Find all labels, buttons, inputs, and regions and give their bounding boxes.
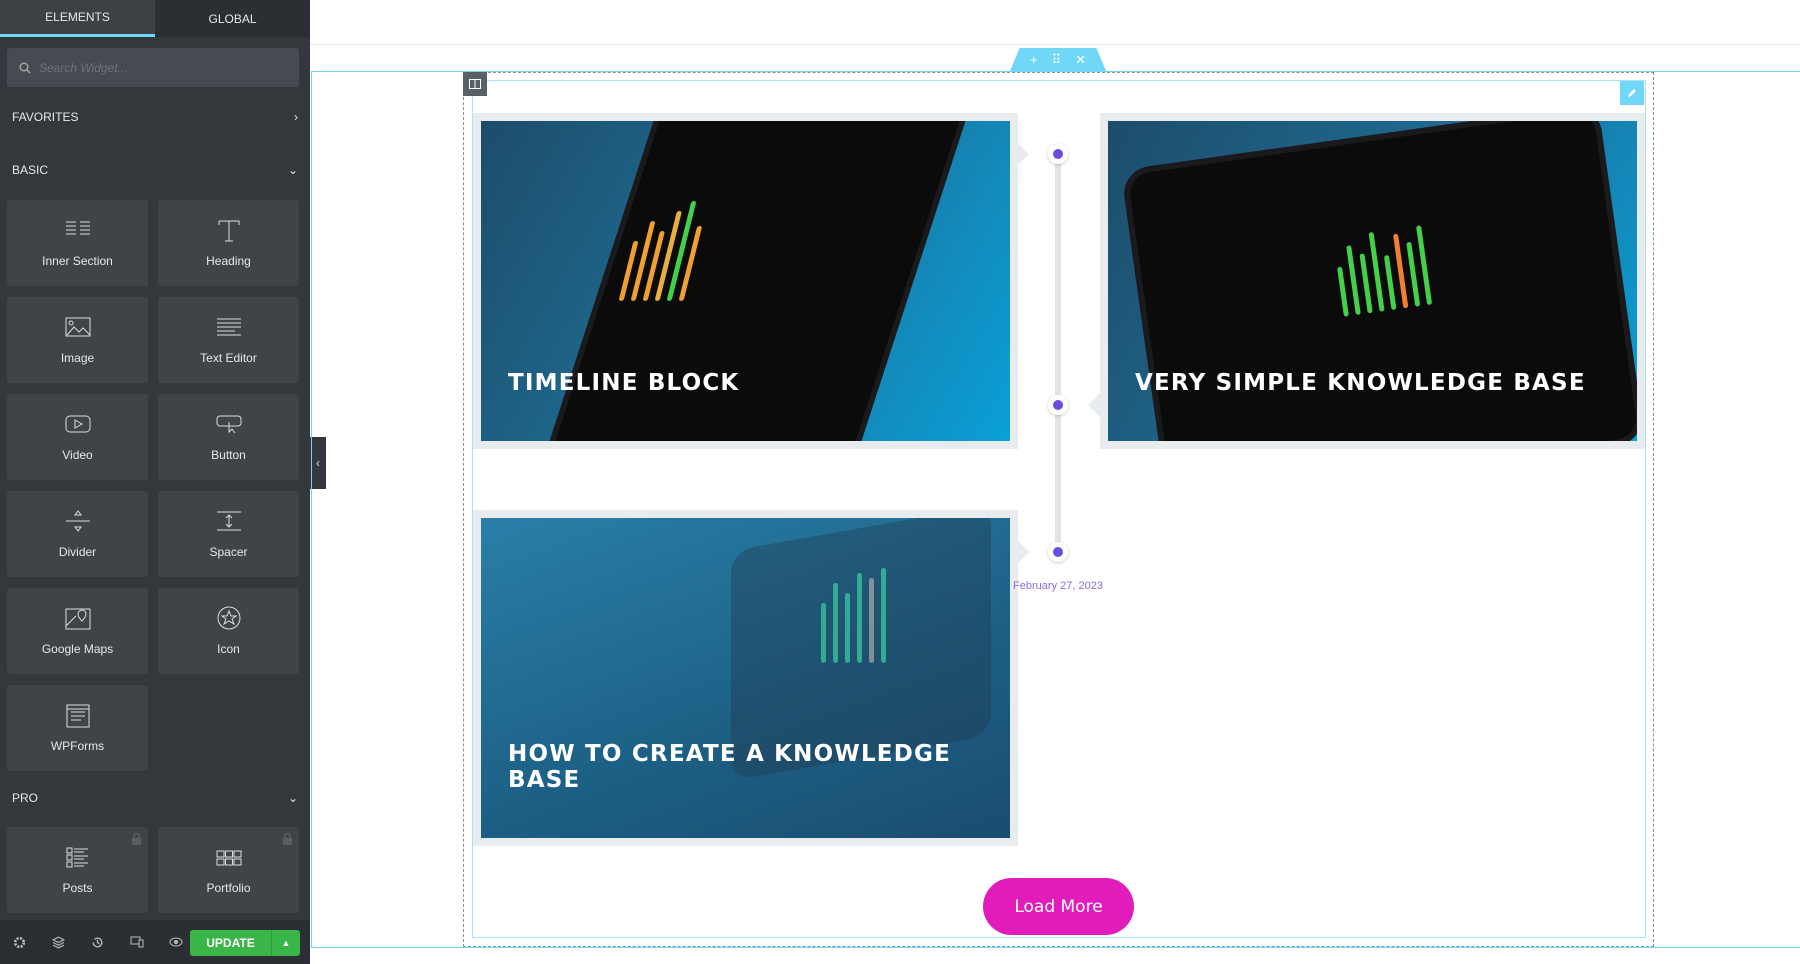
category-basic[interactable]: BASIC ⌄ [12, 163, 298, 177]
widget-label: Portfolio [206, 881, 251, 895]
category-label: FAVORITES [12, 110, 79, 124]
portfolio-icon [216, 850, 241, 866]
widget-label: Divider [58, 545, 97, 559]
widget-video[interactable]: Video [7, 394, 148, 480]
panel-footer: UPDATE ▲ [0, 920, 310, 964]
timeline-arrow [1017, 540, 1029, 564]
search-input[interactable] [39, 60, 279, 75]
save-options-caret-icon[interactable]: ▲ [272, 930, 300, 956]
widget-google-maps[interactable]: Google Maps [7, 588, 148, 674]
widget-label: Inner Section [42, 254, 113, 268]
widget-label: Image [60, 351, 95, 365]
widget-portfolio[interactable]: Portfolio [158, 827, 299, 913]
spacer-icon [216, 511, 241, 531]
update-button-group: UPDATE ▲ [190, 930, 300, 956]
widget-posts[interactable]: Posts [7, 827, 148, 913]
image-icon [65, 317, 90, 337]
posts-icon [66, 847, 88, 868]
widget-label: Posts [62, 881, 93, 895]
star-icon [217, 606, 240, 630]
google-maps-icon [65, 608, 90, 630]
section-toolbar: + ⠿ ✕ [1010, 48, 1106, 71]
timeline-dot [1048, 542, 1068, 562]
elements-panel: ELEMENTS GLOBAL FAVORITES › BASIC ⌄ Inner … [0, 0, 310, 964]
timeline-line [1055, 154, 1061, 552]
divider-icon [65, 510, 90, 532]
widget-divider[interactable]: Divider [7, 491, 148, 577]
post-title[interactable]: VERY SIMPLE KNOWLEDGE BASE [1135, 370, 1586, 396]
post-title[interactable]: HOW TO CREATE A KNOWLEDGE BASE [508, 741, 1010, 793]
header-divider [310, 44, 1800, 45]
add-section-icon[interactable]: + [1030, 52, 1038, 67]
chevron-down-icon: ⌄ [287, 791, 298, 805]
category-favorites[interactable]: FAVORITES › [12, 110, 298, 124]
column-handle-icon[interactable] [463, 72, 487, 96]
settings-icon[interactable] [0, 936, 39, 949]
chevron-right-icon: › [294, 110, 298, 124]
tab-elements[interactable]: ELEMENTS [0, 0, 155, 37]
drag-handle-icon[interactable]: ⠿ [1052, 52, 1062, 68]
widget-icon[interactable]: Icon [158, 588, 299, 674]
responsive-mode-icon[interactable] [117, 936, 156, 948]
widget-label: Button [211, 448, 246, 462]
widget-label: Google Maps [41, 642, 114, 656]
search-box [7, 48, 299, 87]
navigator-layers-icon[interactable] [39, 935, 78, 949]
video-icon [65, 415, 90, 433]
history-icon[interactable] [78, 936, 117, 949]
category-label: BASIC [12, 163, 49, 177]
post-thumbnail: TIMELINE BLOCK [481, 121, 1010, 441]
widget-text-editor[interactable]: Text Editor [158, 297, 299, 383]
widget-inner-section[interactable]: Inner Section [7, 200, 148, 286]
widget-label: Text Editor [200, 351, 257, 365]
post-card[interactable]: VERY SIMPLE KNOWLEDGE BASE [1100, 113, 1645, 449]
widget-button[interactable]: Button [158, 394, 299, 480]
text-editor-icon [216, 318, 241, 336]
inner-section-icon [65, 221, 90, 235]
post-card[interactable]: HOW TO CREATE A KNOWLEDGE BASE [473, 510, 1018, 846]
post-thumbnail: HOW TO CREATE A KNOWLEDGE BASE [481, 518, 1010, 838]
widget-wpforms[interactable]: WPForms [7, 685, 148, 771]
timeline-dot [1048, 395, 1068, 415]
timeline-arrow [1017, 142, 1029, 166]
widget-label: WPForms [50, 739, 105, 753]
widget-image[interactable]: Image [7, 297, 148, 383]
post-title[interactable]: TIMELINE BLOCK [508, 370, 739, 396]
button-icon [216, 415, 241, 434]
widget-label: Spacer [209, 545, 248, 559]
wpforms-icon [66, 704, 89, 728]
chevron-down-icon: ⌄ [287, 163, 298, 177]
load-more-button[interactable]: Load More [983, 878, 1134, 935]
post-card[interactable]: TIMELINE BLOCK [473, 113, 1018, 449]
update-button[interactable]: UPDATE [190, 930, 272, 956]
delete-section-icon[interactable]: ✕ [1075, 52, 1086, 68]
timeline-arrow [1088, 393, 1100, 417]
widget-spacer[interactable]: Spacer [158, 491, 299, 577]
widget-heading[interactable]: Heading [158, 200, 299, 286]
post-date: February 27, 2023 [1013, 580, 1103, 592]
widget-label: Video [62, 448, 93, 462]
category-pro[interactable]: PRO ⌄ [12, 791, 298, 805]
edit-widget-pencil-icon[interactable] [1620, 81, 1644, 105]
category-label: PRO [12, 791, 39, 805]
widget-label: Icon [217, 642, 240, 656]
lock-icon [283, 833, 292, 845]
lock-icon [132, 833, 141, 845]
post-thumbnail: VERY SIMPLE KNOWLEDGE BASE [1108, 121, 1637, 441]
timeline-dot [1048, 144, 1068, 164]
search-icon [19, 62, 31, 73]
heading-icon [218, 220, 239, 242]
tab-global[interactable]: GLOBAL [155, 0, 310, 37]
widget-label: Heading [206, 254, 251, 268]
